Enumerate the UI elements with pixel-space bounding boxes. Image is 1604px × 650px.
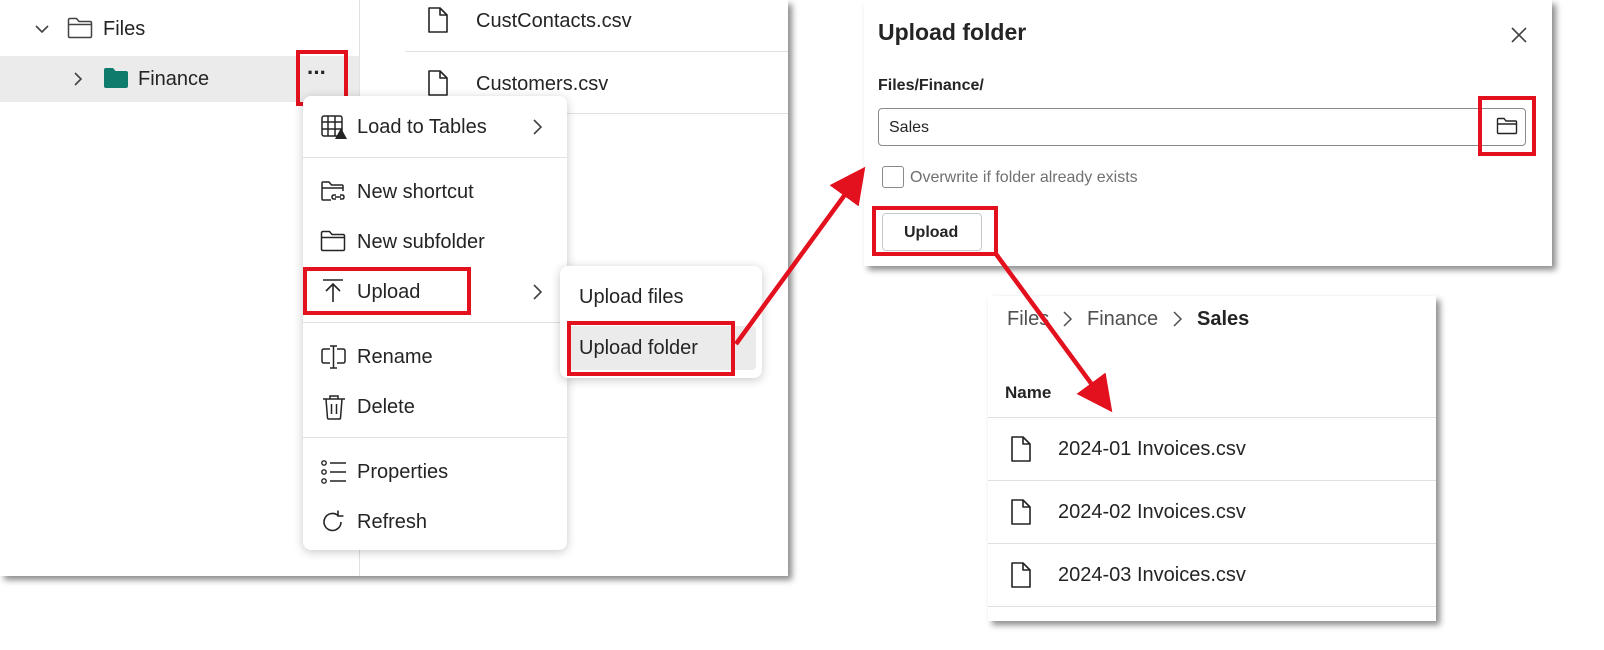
arrow-to-dialog: [734, 166, 866, 346]
arrow-to-results: [994, 252, 1113, 413]
annotation-arrows: [734, 166, 1113, 413]
